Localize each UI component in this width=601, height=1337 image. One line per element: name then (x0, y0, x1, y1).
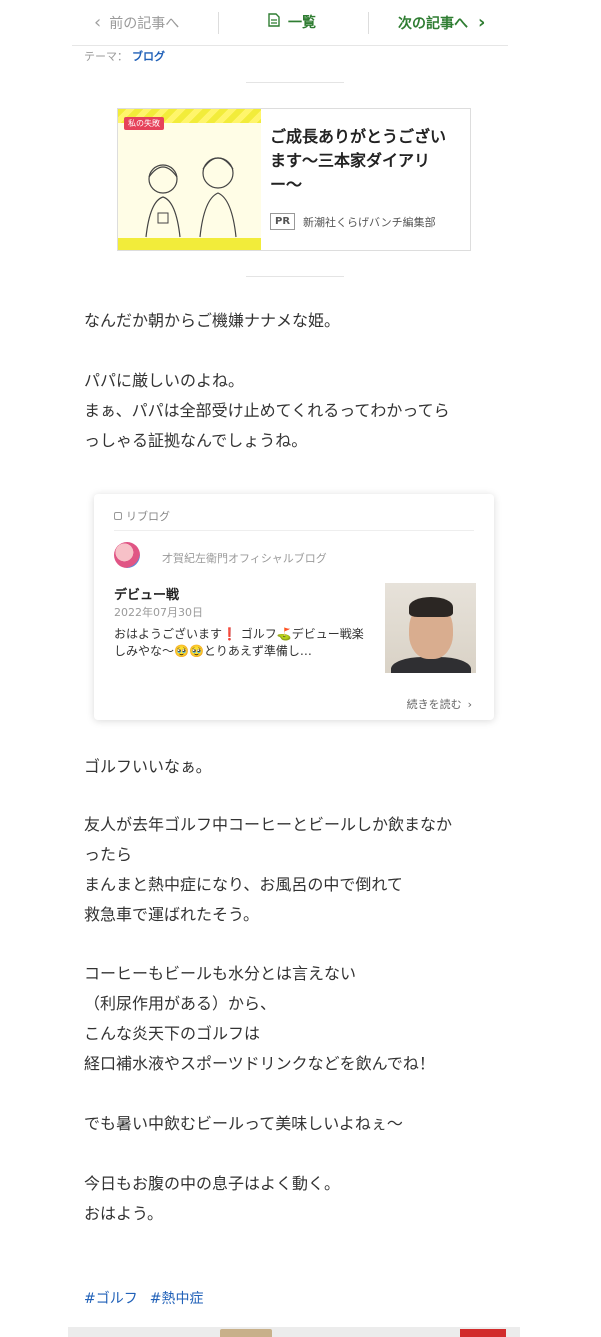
theme-link[interactable]: ブログ (132, 48, 165, 64)
reblog-card[interactable]: リブログ 才賀紀左衛門オフィシャルブログ デビュー戦 2022年07月30日 お… (94, 494, 494, 720)
reblog-divider (114, 530, 474, 531)
avatar[interactable] (114, 542, 140, 568)
post-line: 今日もお腹の中の息子はよく動く。 (84, 1174, 341, 1193)
reblog-header: リブログ (114, 508, 170, 524)
sponsored-ad[interactable]: 私の失敗 ご成長ありがとうございます〜三本家ダイアリー〜 PR 新潮社くらげバン… (117, 108, 471, 251)
ad-title[interactable]: ご成長ありがとうございます〜三本家ダイアリー〜 (270, 125, 460, 197)
pr-badge: PR (270, 213, 296, 230)
banner-image (220, 1329, 272, 1337)
hashtag-link[interactable]: #熱中症 (150, 1288, 204, 1308)
post-paragraph: 友人が去年ゴルフ中コーヒーとビールしか飲まなか ったら まんまと熱中症になり、お… (84, 810, 504, 930)
post-line: ったら (84, 845, 133, 864)
reblog-title[interactable]: デビュー戦 (114, 584, 179, 603)
post-line: 友人が去年ゴルフ中コーヒーとビールしか飲まなか (84, 815, 453, 834)
reblog-thumbnail[interactable] (385, 583, 476, 673)
hashtag-link[interactable]: #ゴルフ (84, 1288, 138, 1308)
chevron-right-icon: › (467, 697, 472, 711)
reblog-label: リブログ (126, 510, 170, 523)
article-list-label: 一覧 (288, 15, 316, 31)
thumbnail-shirt (391, 657, 471, 673)
prev-article-label: 前の記事へ (109, 15, 180, 32)
post-line: （利尿作用がある）から、 (84, 994, 277, 1013)
chevron-left-icon: ‹ (94, 12, 102, 33)
post-paragraph: パパに厳しいのよね。 まぁ、パパは全部受け止めてくれるってわかってら っしゃる証… (84, 366, 504, 456)
hashtag-list: #ゴルフ #熱中症 (84, 1288, 203, 1308)
banner-badge (460, 1329, 506, 1337)
comic-illustration (145, 157, 237, 238)
post-line: 救急車で運ばれたそう。 (84, 905, 260, 924)
nav-divider (368, 12, 369, 34)
ad-publisher: 新潮社くらげバンチ編集部 (303, 215, 436, 229)
article-list-link[interactable]: 一覧 (268, 12, 316, 32)
nav-divider (218, 12, 219, 34)
post-paragraph: でも暑い中飲むビールって美味しいよねぇ〜 (84, 1109, 504, 1139)
next-article-label: 次の記事へ (398, 15, 468, 32)
post-line: ゴルフいいなぁ。 (84, 757, 212, 776)
post-paragraph: なんだか朝からご機嫌ナナメな姫。 (84, 306, 504, 336)
post-line: まぁ、パパは全部受け止めてくれるってわかってら (84, 401, 450, 420)
read-more-link[interactable]: 続きを読む › (407, 696, 472, 712)
read-more-label: 続きを読む (406, 698, 462, 711)
thumbnail-hair (409, 597, 453, 617)
reblog-blog-name[interactable]: 才賀紀左衛門オフィシャルブログ (162, 550, 327, 566)
reblog-icon (114, 512, 122, 520)
post-line: なんだか朝からご機嫌ナナメな姫。 (84, 311, 341, 330)
post-line: まんまと熱中症になり、お風呂の中で倒れて (84, 875, 403, 894)
post-line: でも暑い中飲むビールって美味しいよねぇ〜 (84, 1114, 403, 1133)
post-paragraph: コーヒーもビールも水分とは言えない （利尿作用がある）から、 こんな炎天下のゴル… (84, 959, 504, 1079)
post-line: 経口補水液やスポーツドリンクなどを飲んでね！ (84, 1054, 435, 1073)
next-article-link[interactable]: 次の記事へ › (398, 12, 485, 33)
prev-article-link[interactable]: ‹ 前の記事へ (94, 12, 179, 33)
chevron-right-icon: › (478, 12, 486, 33)
post-line: コーヒーもビールも水分とは言えない (84, 964, 357, 983)
post-line: おはよう。 (84, 1204, 164, 1223)
divider (246, 82, 344, 83)
theme-row: テーマ： ブログ (84, 48, 165, 64)
divider (246, 276, 344, 277)
ad-image: 私の失敗 (118, 109, 261, 250)
post-line: こんな炎天下のゴルフは (84, 1024, 261, 1043)
document-icon (268, 13, 280, 31)
post-line: パパに厳しいのよね。 (84, 371, 245, 390)
post-paragraph: 今日もお腹の中の息子はよく動く。 おはよう。 (84, 1169, 504, 1229)
post-paragraph: ゴルフいいなぁ。 (84, 752, 504, 782)
reblog-date: 2022年07月30日 (114, 606, 203, 619)
bottom-banner[interactable] (68, 1327, 520, 1337)
article-nav: ‹ 前の記事へ 一覧 次の記事へ › (72, 0, 508, 46)
post-line: っしゃる証拠なんでしょうね。 (84, 431, 308, 450)
ad-stripe-bottom (118, 238, 261, 250)
ad-sponsor-row: PR 新潮社くらげバンチ編集部 (270, 213, 436, 230)
reblog-excerpt: おはようございます❗️ ゴルフ⛳️デビュー戦楽しみやな〜🥹🥹とりあえず準備し… (114, 627, 364, 658)
theme-label: テーマ： (84, 50, 128, 63)
